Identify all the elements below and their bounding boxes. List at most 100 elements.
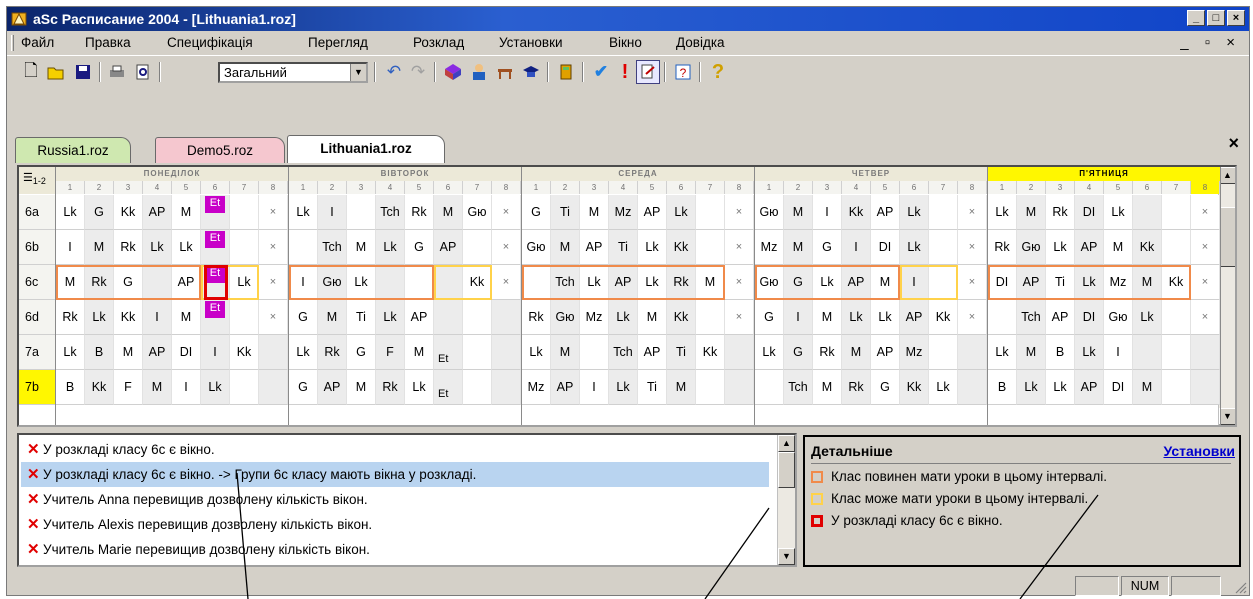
tab-lithuania1[interactable]: Lithuania1.roz [287, 135, 445, 163]
lesson-card[interactable]: Gю [318, 265, 347, 300]
lesson-card[interactable]: B [988, 370, 1017, 405]
period-number[interactable]: 1 [988, 181, 1017, 194]
day-header[interactable]: ПОНЕДІЛОК [56, 167, 289, 181]
lesson-card[interactable]: M [1104, 230, 1133, 265]
lesson-card[interactable]: Lk [638, 265, 667, 300]
message-item[interactable]: ✕ Учитель Marie перевищив дозволену кільк… [21, 537, 769, 562]
scroll-up-button[interactable]: ▲ [778, 435, 795, 452]
undo-icon[interactable]: ↶ [382, 60, 406, 84]
lesson-card[interactable]: G [755, 300, 784, 335]
lesson-card[interactable]: I [172, 370, 201, 405]
empty-slot[interactable] [1162, 300, 1191, 335]
period-number[interactable]: 6 [1133, 181, 1162, 194]
lesson-card[interactable]: Gю [755, 265, 784, 300]
lesson-card[interactable]: Lk [609, 370, 638, 405]
lesson-card[interactable]: G [522, 195, 551, 230]
lesson-card[interactable]: AP [900, 300, 929, 335]
empty-slot[interactable] [143, 265, 172, 300]
lesson-card[interactable]: Lk [1046, 370, 1075, 405]
lesson-card[interactable]: F [376, 335, 405, 370]
lesson-card[interactable]: AP [609, 265, 638, 300]
view-combo[interactable]: Загальний ▼ [218, 62, 368, 83]
lesson-card[interactable]: Kk [114, 300, 143, 335]
message-item[interactable]: ✕ Учитель Alexis перевищив дозволену кіль… [21, 512, 769, 537]
lesson-card[interactable]: I [842, 230, 871, 265]
lesson-card[interactable]: Lk [289, 195, 318, 230]
period-number[interactable]: 7 [929, 181, 958, 194]
lesson-card[interactable]: I [813, 195, 842, 230]
period-number[interactable]: 2 [1017, 181, 1046, 194]
lesson-card[interactable]: Gю [755, 195, 784, 230]
lesson-card[interactable]: Kk [667, 230, 696, 265]
lesson-card[interactable]: AP [580, 230, 609, 265]
empty-slot[interactable] [376, 265, 405, 300]
lesson-card[interactable]: M [638, 300, 667, 335]
period-number[interactable]: 2 [551, 181, 580, 194]
empty-slot[interactable] [289, 230, 318, 265]
mdi-controls[interactable]: _ ▫ × [1180, 32, 1241, 54]
empty-slot[interactable] [696, 300, 725, 335]
empty-slot[interactable] [463, 370, 492, 405]
lesson-card[interactable]: Gю [522, 230, 551, 265]
open-icon[interactable] [45, 60, 69, 84]
new-icon[interactable]: 🗋 [19, 60, 43, 84]
lesson-card[interactable]: M [56, 265, 85, 300]
lesson-card[interactable]: Gю [1104, 300, 1133, 335]
lesson-card[interactable]: I [56, 230, 85, 265]
lesson-card[interactable]: Tch [551, 265, 580, 300]
blocked-slot[interactable]: × [958, 230, 987, 265]
redo-icon[interactable]: ↷ [406, 60, 430, 84]
empty-slot[interactable] [1191, 370, 1220, 405]
warning-icon[interactable]: ! [613, 60, 637, 84]
blocked-slot[interactable]: × [1191, 230, 1220, 265]
lesson-card[interactable]: Gю [551, 300, 580, 335]
classes-icon[interactable] [519, 60, 543, 84]
message-item[interactable]: ✕ У розкладі класу 6c є вікно. [21, 437, 769, 462]
lesson-card[interactable]: Kk [230, 335, 259, 370]
scroll-thumb[interactable] [778, 452, 795, 488]
empty-slot[interactable] [580, 335, 609, 370]
class-label[interactable]: 6a [19, 195, 56, 230]
lesson-card[interactable]: Lk [376, 230, 405, 265]
period-number[interactable]: 3 [114, 181, 143, 194]
lesson-card[interactable]: Ti [609, 230, 638, 265]
lesson-card[interactable]: Kk [900, 370, 929, 405]
empty-slot[interactable] [929, 230, 958, 265]
period-number[interactable]: 5 [638, 181, 667, 194]
lesson-card[interactable]: I [580, 370, 609, 405]
lesson-card[interactable]: G [784, 265, 813, 300]
lesson-card[interactable]: AP [638, 335, 667, 370]
lesson-card[interactable]: M [871, 265, 900, 300]
period-number[interactable]: 8 [958, 181, 987, 194]
lesson-card[interactable]: Kk [929, 300, 958, 335]
lesson-card[interactable]: Lk [376, 300, 405, 335]
empty-slot[interactable] [434, 300, 463, 335]
lesson-card[interactable]: Ti [551, 195, 580, 230]
empty-slot[interactable] [405, 265, 434, 300]
lesson-card[interactable]: Lk [201, 370, 230, 405]
period-number[interactable]: 7 [1162, 181, 1191, 194]
lesson-card[interactable]: AP [405, 300, 434, 335]
lesson-card[interactable]: AP [172, 265, 201, 300]
lesson-card[interactable]: Lk [1133, 300, 1162, 335]
empty-slot[interactable] [958, 370, 987, 405]
period-number[interactable]: 4 [842, 181, 871, 194]
lesson-card[interactable]: Ti [638, 370, 667, 405]
lesson-card[interactable]: Lk [988, 335, 1017, 370]
blocked-slot[interactable]: × [958, 195, 987, 230]
lesson-card[interactable]: Lk [85, 300, 114, 335]
lesson-card[interactable]: G [114, 265, 143, 300]
settings-link[interactable]: Установки [1164, 443, 1235, 459]
lesson-card[interactable]: M [172, 195, 201, 230]
lesson-card[interactable]: Ti [347, 300, 376, 335]
empty-slot[interactable] [230, 370, 259, 405]
lesson-card[interactable]: M [1133, 370, 1162, 405]
lesson-card[interactable]: Tch [784, 370, 813, 405]
lesson-card[interactable]: Rk [988, 230, 1017, 265]
lesson-card[interactable]: Mz [1104, 265, 1133, 300]
blocked-slot[interactable]: × [1191, 195, 1220, 230]
blocked-slot[interactable]: × [725, 300, 754, 335]
lesson-card[interactable]: Lk [1017, 370, 1046, 405]
help-icon[interactable]: ? [706, 60, 730, 84]
print-icon[interactable] [105, 60, 129, 84]
